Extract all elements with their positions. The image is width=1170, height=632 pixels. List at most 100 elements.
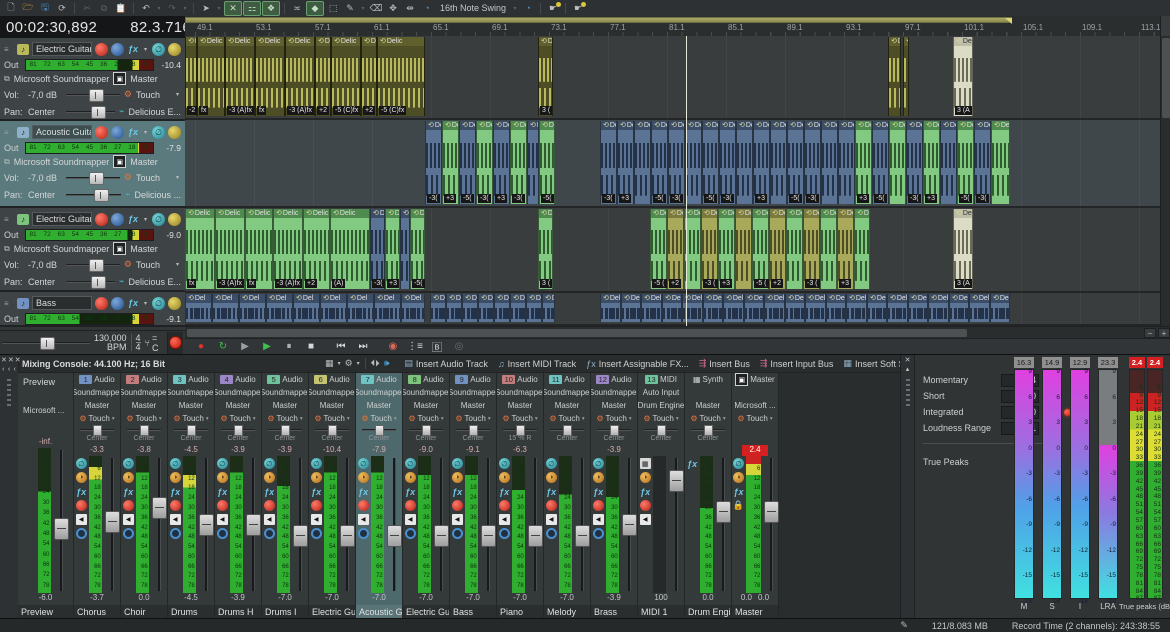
- volume-slider-handle[interactable]: [89, 259, 104, 272]
- monitor-icon[interactable]: ◀: [546, 514, 557, 525]
- dropdown-icon[interactable]: ▾: [174, 171, 181, 184]
- pencil-tool-icon[interactable]: ✎: [342, 2, 358, 15]
- lock-icon[interactable]: 🔒: [733, 500, 744, 511]
- fx-plugin-name[interactable]: Delicious E...: [128, 107, 181, 117]
- mixer-channel-strip[interactable]: 9AudioSoundmapperMaster⚙Touch▾Center-9.1…: [450, 373, 497, 619]
- audio-clip[interactable]: ⟲Del-5(: [651, 121, 668, 204]
- monitor-icon[interactable]: ◀: [123, 514, 134, 525]
- dropdown-icon[interactable]: ▾: [174, 88, 181, 101]
- audio-clip[interactable]: ⟲Del+3: [493, 121, 510, 204]
- globe-icon[interactable]: ◔: [419, 2, 435, 15]
- strip-name[interactable]: Chorus: [74, 605, 120, 619]
- audio-clip[interactable]: ⟲Delic-5 (C)fx: [331, 37, 361, 116]
- fader-handle[interactable]: [199, 514, 214, 536]
- automation-mode-selector[interactable]: ⚙Touch▾: [121, 412, 167, 425]
- undo-icon[interactable]: ↶: [138, 2, 154, 15]
- automation-mode[interactable]: Touch: [136, 173, 170, 183]
- volume-slider-handle[interactable]: [89, 89, 104, 102]
- fx-icon[interactable]: ƒx: [452, 486, 463, 497]
- audio-clip[interactable]: ⟲Del: [764, 294, 785, 322]
- fx-icon[interactable]: ƒx: [593, 486, 604, 497]
- audio-clip[interactable]: ⟲Delicfx: [245, 209, 273, 289]
- audio-clip[interactable]: ⟲Delic-3 (A)fx: [273, 209, 303, 289]
- audio-clip[interactable]: ⟲Del-5(: [872, 121, 889, 204]
- audio-clip[interactable]: ⟲Del: [662, 294, 682, 322]
- mixer-channel-strip[interactable]: 8AudioSoundmapperMaster⚙Touch▾Center-9.0…: [403, 373, 450, 619]
- fx-icon[interactable]: ƒx: [687, 458, 698, 469]
- paint-tool-icon[interactable]: ❖: [262, 1, 280, 16]
- audio-clip[interactable]: ⟲Del-5(: [957, 121, 974, 204]
- dropdown-icon[interactable]: ▾: [155, 2, 163, 15]
- audio-clip[interactable]: ⟲Del: [527, 121, 539, 204]
- audio-clip[interactable]: ⟲Del: [949, 294, 969, 322]
- automation-mode-selector[interactable]: ⚙Touch▾: [309, 412, 355, 425]
- gain-icon[interactable]: ◑: [499, 472, 510, 483]
- zoom-out-button[interactable]: −: [1144, 328, 1156, 338]
- audio-clip[interactable]: ⟲Del: [846, 294, 867, 322]
- audio-clip[interactable]: ⟲Del: [991, 121, 1010, 204]
- pan-control[interactable]: Center: [403, 425, 449, 445]
- audio-clip[interactable]: ⟲Del-3(: [510, 121, 527, 204]
- audio-clip[interactable]: ⟲Delic-5 (C)fx: [377, 37, 425, 116]
- audio-clip[interactable]: ⟲Del: [821, 121, 838, 204]
- volume-fader[interactable]: [104, 456, 119, 593]
- loop-region-bar[interactable]: [185, 17, 1012, 23]
- record-icon[interactable]: [217, 500, 228, 511]
- audio-clip[interactable]: ⟲Delicfx: [185, 209, 215, 289]
- pan-control[interactable]: Center: [74, 425, 120, 445]
- fx-icon[interactable]: ƒx: [546, 486, 557, 497]
- volume-fader[interactable]: [292, 456, 307, 593]
- phase-icon[interactable]: ∅: [152, 213, 165, 226]
- gain-icon[interactable]: ◑: [123, 472, 134, 483]
- strip-name[interactable]: Bass: [450, 605, 496, 619]
- monitor-icon[interactable]: ◀: [311, 514, 322, 525]
- save-icon[interactable]: 🖫: [37, 2, 53, 15]
- gain-icon[interactable]: ◑: [76, 472, 87, 483]
- pan-control[interactable]: Center: [309, 425, 355, 445]
- mixer-channel-strip[interactable]: 1AudioSoundmapperMaster⚙Touch▾Center-3.3…: [74, 373, 121, 619]
- monitor-icon[interactable]: ◀: [640, 514, 651, 525]
- strip-name[interactable]: Drum Engine: [685, 605, 731, 619]
- group-tool-icon[interactable]: ⚏: [243, 1, 261, 16]
- record-icon[interactable]: [405, 500, 416, 511]
- freeze-icon[interactable]: [168, 43, 181, 56]
- audio-clip[interactable]: ⟲Del+3: [837, 209, 854, 289]
- audio-clip[interactable]: ⟲Del: [785, 294, 805, 322]
- pan-control[interactable]: Center: [121, 425, 167, 445]
- insert-audio-track-button[interactable]: ▤Insert Audio Track: [399, 358, 493, 369]
- monitor-icon[interactable]: ◀: [405, 514, 416, 525]
- fx-icon[interactable]: ƒx: [264, 486, 275, 497]
- strip-name[interactable]: Acoustic G...: [356, 605, 402, 619]
- track-grip-icon[interactable]: ≡: [4, 215, 14, 224]
- fader-handle[interactable]: [764, 501, 779, 523]
- volume-fader[interactable]: [763, 456, 777, 593]
- dropdown-icon[interactable]: ▾: [142, 297, 149, 310]
- audio-clip[interactable]: ⟲Del: [838, 121, 855, 204]
- pan-control[interactable]: Center: [591, 425, 637, 445]
- audio-clip[interactable]: ⟲Del+3: [617, 121, 634, 204]
- volume-slider[interactable]: [66, 89, 120, 100]
- audio-clip[interactable]: ⟲Del-3(: [476, 121, 493, 204]
- volume-fader[interactable]: [574, 456, 589, 593]
- audio-clip[interactable]: ⟲Del-5(: [539, 121, 555, 204]
- audio-clip[interactable]: ⟲Del: [969, 294, 990, 322]
- automation-icon[interactable]: ⚙: [124, 259, 132, 270]
- fader-handle[interactable]: [387, 525, 402, 547]
- mixer-channel-strip[interactable]: 10AudioSoundmapperMaster⚙Touch▾15 % R-6.…: [497, 373, 544, 619]
- bus-icon[interactable]: ▣: [113, 242, 126, 255]
- audio-clip[interactable]: ⟲Del: [374, 294, 401, 322]
- track-header[interactable]: ≡♪Electric Guitar Bƒx▾∅Out81726354453627…: [0, 208, 185, 292]
- volume-fader[interactable]: [527, 456, 542, 593]
- track-name-input[interactable]: Electric Guitar B: [32, 212, 92, 226]
- automation-mode-selector[interactable]: ⚙Touch▾: [168, 412, 214, 425]
- track-lane[interactable]: ⟲Del⟲Del⟲Del⟲Del⟲Del⟲Del⟲Del⟲Del⟲Del⟲Del…: [185, 293, 1160, 326]
- gain-icon[interactable]: ◑: [452, 472, 463, 483]
- monitor-icon[interactable]: ◀: [76, 514, 87, 525]
- pan-control[interactable]: Center: [215, 425, 261, 445]
- audio-clip[interactable]: ⟲Del: [888, 37, 901, 116]
- audio-clip[interactable]: ⟲Del: [744, 294, 764, 322]
- fader-handle[interactable]: [293, 525, 308, 547]
- audio-clip[interactable]: ⟲Del: [990, 294, 1010, 322]
- record-mode-button[interactable]: ◉: [385, 340, 401, 353]
- loop-playback-button[interactable]: ↻: [215, 340, 231, 353]
